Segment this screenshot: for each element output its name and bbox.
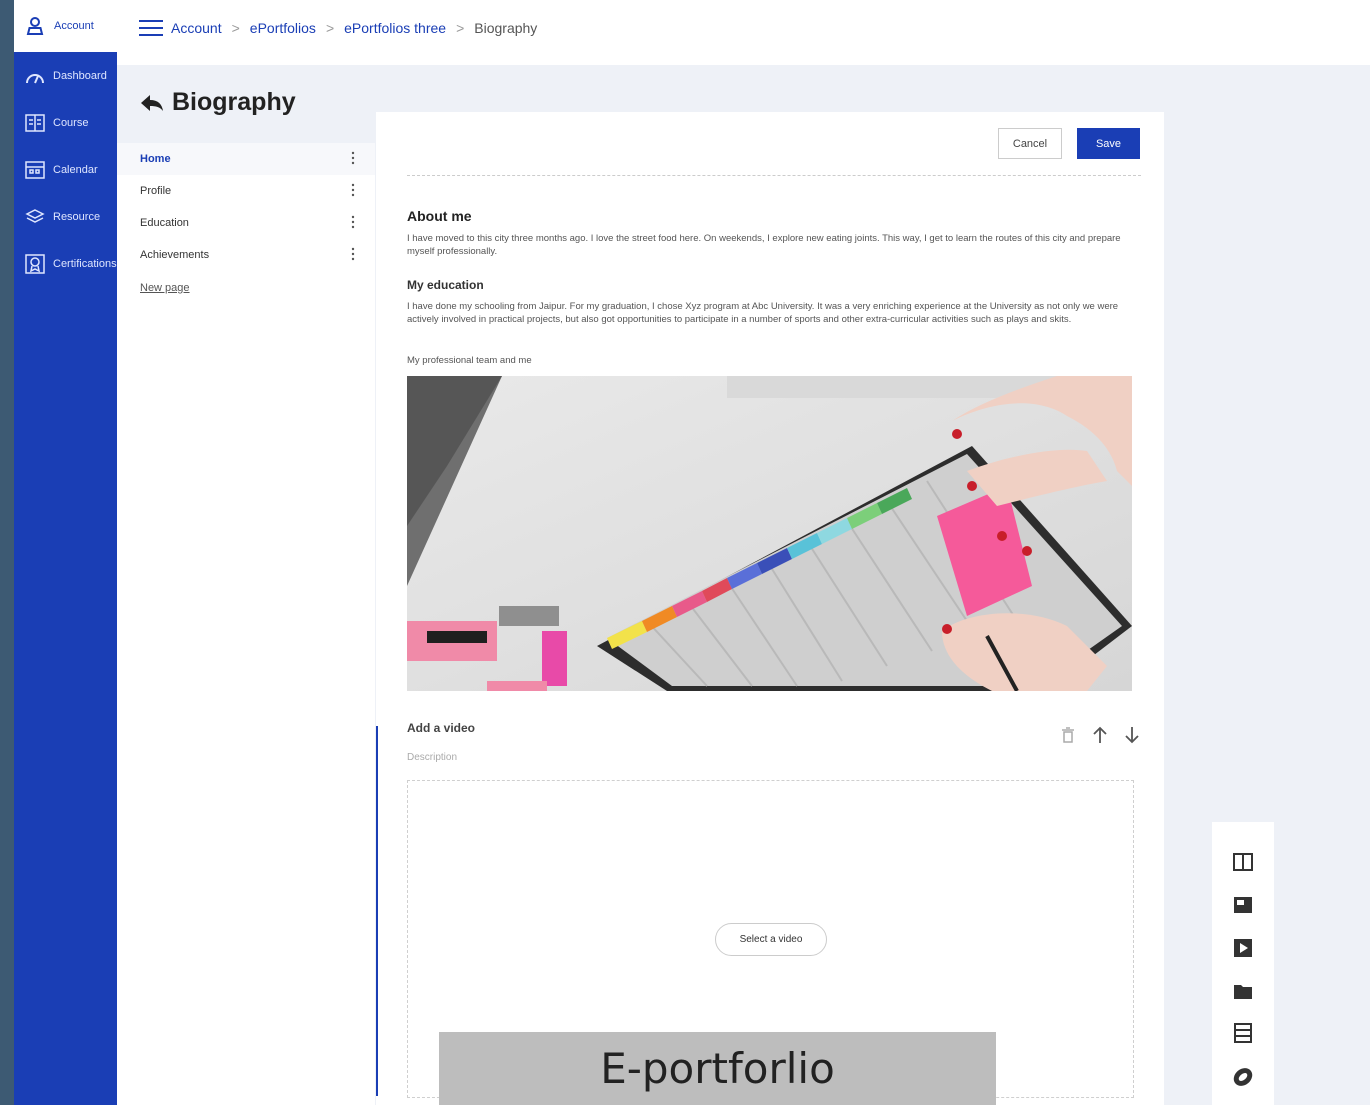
select-video-button[interactable]: Select a video — [715, 923, 827, 956]
page-item-label: Profile — [140, 185, 172, 197]
breadcrumb-current: Biography — [474, 20, 538, 36]
arrow-up-icon[interactable] — [1090, 725, 1110, 745]
course-icon — [25, 113, 45, 133]
nav-item-calendar[interactable]: Calendar — [14, 155, 117, 185]
breadcrumb-account[interactable]: Account — [171, 20, 222, 36]
link-icon[interactable] — [1232, 1066, 1254, 1088]
video-block-title: Add a video — [407, 721, 476, 735]
page-item-profile[interactable]: Profile — [117, 175, 375, 207]
page-list: Home Profile Education Achievements New … — [117, 143, 375, 1105]
resource-icon — [25, 207, 45, 227]
user-icon — [26, 17, 44, 35]
nav-item-label: Dashboard — [53, 70, 107, 82]
app-window: Account Dashboard Course Calendar Resour… — [14, 0, 1370, 1105]
editor-panel: Cancel Save About me I have moved to thi… — [376, 112, 1164, 1105]
more-vertical-icon[interactable] — [351, 215, 355, 229]
folder-icon[interactable] — [1232, 980, 1254, 1002]
nav-item-label: Resource — [53, 211, 101, 223]
trash-icon[interactable] — [1058, 725, 1078, 745]
chevron-right-icon: > — [231, 20, 240, 36]
page-item-education[interactable]: Education — [117, 207, 375, 239]
calendar-icon — [25, 160, 45, 180]
nav-item-label: Calendar — [53, 164, 98, 176]
caption-overlay: E-portforlio — [439, 1032, 996, 1105]
divider — [407, 175, 1141, 176]
page-item-label: Home — [140, 153, 171, 165]
top-bar: Account > ePortfolios > ePortfolios thre… — [117, 0, 1370, 65]
content-photo — [407, 376, 1132, 691]
chevron-right-icon: > — [325, 20, 335, 36]
left-nav: Account Dashboard Course Calendar Resour… — [14, 0, 117, 1105]
back-arrow-icon[interactable] — [140, 92, 164, 114]
file-list-icon[interactable] — [1232, 1022, 1254, 1044]
page-item-home[interactable]: Home — [117, 143, 375, 175]
more-vertical-icon[interactable] — [351, 151, 355, 165]
video-description-field[interactable]: Description — [407, 752, 457, 763]
about-heading: About me — [407, 208, 472, 224]
certifications-icon — [25, 254, 45, 274]
education-heading: My education — [407, 278, 484, 292]
page-title: Biography — [172, 88, 296, 116]
nav-account[interactable]: Account — [14, 0, 117, 52]
page-item-achievements[interactable]: Achievements — [117, 239, 375, 271]
columns-icon[interactable] — [1232, 851, 1254, 873]
dashboard-icon — [25, 66, 45, 86]
photo-illustration — [407, 376, 1132, 691]
page-item-label: Education — [140, 217, 189, 229]
active-block-indicator — [376, 726, 378, 1096]
page-item-label: Achievements — [140, 249, 210, 261]
caption-text: E-portforlio — [600, 1044, 835, 1093]
image-caption: My professional team and me — [407, 355, 532, 366]
menu-icon[interactable] — [139, 20, 163, 38]
image-icon[interactable] — [1232, 894, 1254, 916]
about-text: I have moved to this city three months a… — [407, 233, 1121, 257]
arrow-down-icon[interactable] — [1122, 725, 1142, 745]
cancel-button[interactable]: Cancel — [998, 128, 1062, 159]
new-page-link[interactable]: New page — [140, 282, 190, 294]
nav-item-resource[interactable]: Resource — [14, 202, 117, 232]
video-icon[interactable] — [1232, 937, 1254, 959]
more-vertical-icon[interactable] — [351, 183, 355, 197]
education-text: I have done my schooling from Jaipur. Fo… — [407, 301, 1119, 325]
nav-item-label: Certifications — [53, 258, 117, 270]
breadcrumb-eportfolios-three[interactable]: ePortfolios three — [344, 20, 446, 36]
nav-item-dashboard[interactable]: Dashboard — [14, 61, 117, 91]
more-vertical-icon[interactable] — [351, 247, 355, 261]
breadcrumb-eportfolios[interactable]: ePortfolios — [250, 20, 316, 36]
chevron-right-icon: > — [456, 20, 465, 36]
nav-item-label: Course — [53, 117, 89, 129]
save-button[interactable]: Save — [1077, 128, 1140, 159]
block-toolbar — [1058, 725, 1142, 745]
page-header: Biography — [140, 88, 296, 117]
block-palette — [1212, 822, 1274, 1105]
nav-item-course[interactable]: Course — [14, 108, 117, 138]
nav-item-certifications[interactable]: Certifications — [14, 249, 117, 279]
breadcrumb: Account > ePortfolios > ePortfolios thre… — [171, 20, 537, 36]
nav-account-label: Account — [54, 20, 94, 32]
